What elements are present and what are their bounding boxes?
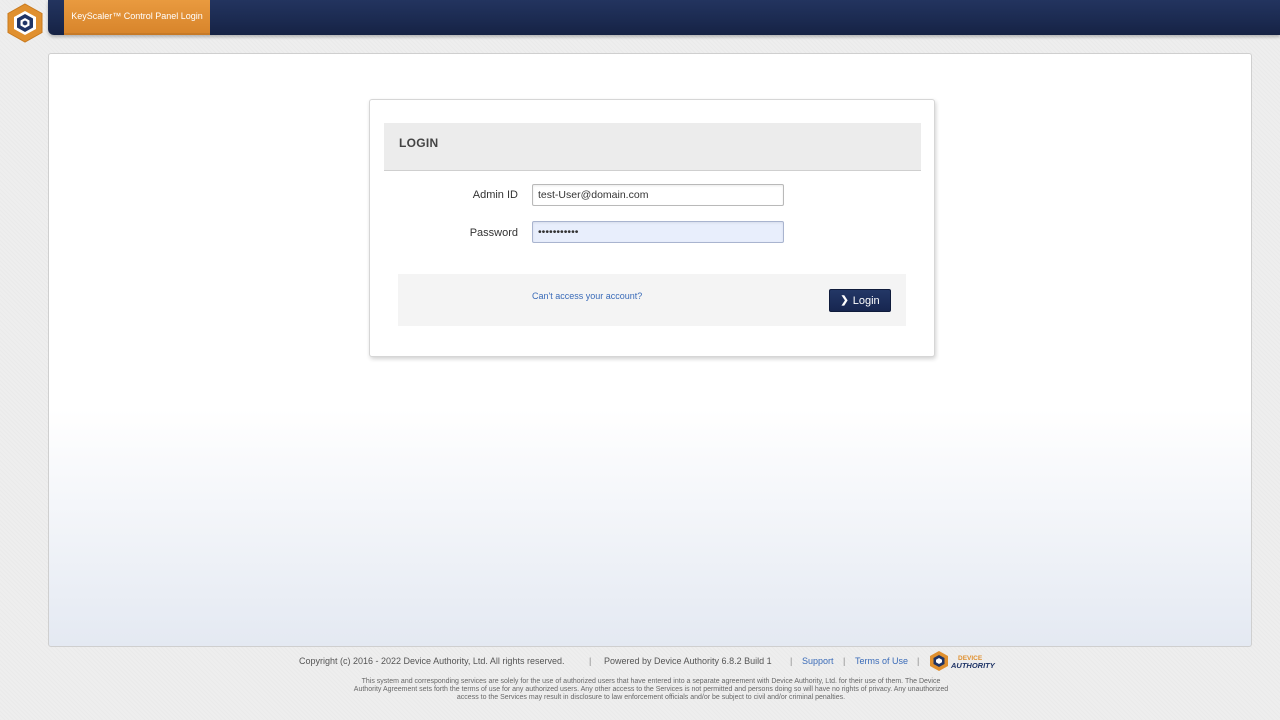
top-header-bar (48, 0, 1280, 35)
login-card: LOGIN Admin ID Password Can't access you… (369, 99, 935, 357)
admin-id-input[interactable] (532, 184, 784, 206)
cant-access-account-link[interactable]: Can't access your account? (532, 291, 642, 301)
login-button-label: Login (852, 294, 880, 307)
footer-separator: | (917, 656, 920, 666)
footer-bar: Copyright (c) 2016 - 2022 Device Authori… (0, 655, 1280, 669)
legal-disclaimer: This system and corresponding services a… (353, 678, 949, 701)
support-link[interactable]: Support (802, 656, 834, 666)
logo-text-authority: AUTHORITY (950, 661, 996, 670)
login-button[interactable]: ❯ Login (829, 289, 891, 312)
keyscaler-logo-icon (7, 3, 43, 43)
chevron-right-icon: ❯ (840, 295, 849, 306)
login-card-header: LOGIN (384, 123, 921, 171)
main-content-panel: LOGIN Admin ID Password Can't access you… (48, 53, 1252, 647)
password-input[interactable] (532, 221, 784, 243)
admin-id-label: Admin ID (472, 189, 518, 201)
powered-by-text: Powered by Device Authority 6.8.2 Build … (604, 656, 772, 666)
device-authority-logo: DEVICE AUTHORITY (930, 651, 996, 671)
copyright-text: Copyright (c) 2016 - 2022 Device Authori… (299, 656, 565, 666)
page-title-tab: KeyScaler™ Control Panel Login (64, 0, 210, 35)
footer-separator: | (589, 656, 592, 666)
login-actions-bar: Can't access your account? ❯ Login (398, 274, 906, 326)
login-title: LOGIN (399, 136, 439, 150)
terms-of-use-link[interactable]: Terms of Use (855, 656, 908, 666)
password-label: Password (469, 227, 518, 239)
footer-separator: | (790, 656, 793, 666)
footer-separator: | (843, 656, 846, 666)
